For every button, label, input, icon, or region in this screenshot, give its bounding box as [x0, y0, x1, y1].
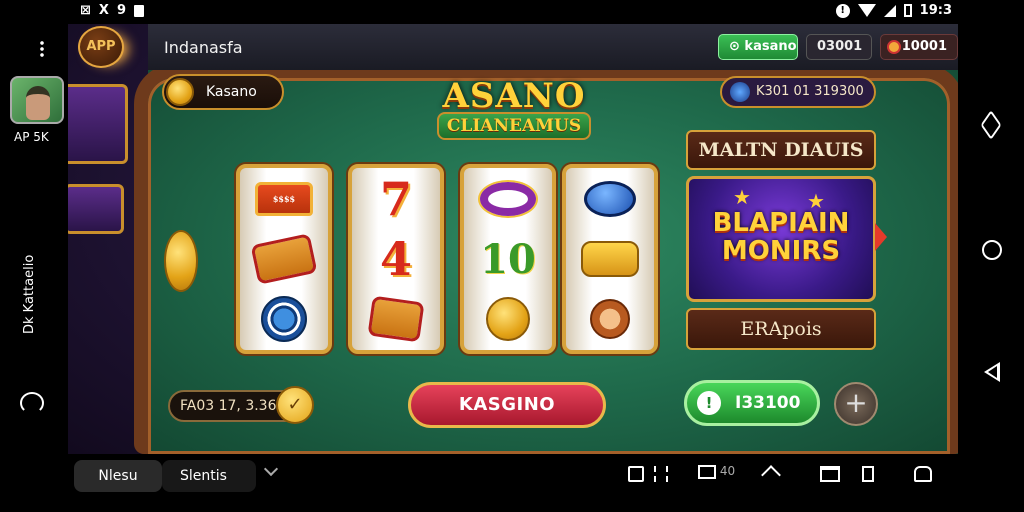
- gem-icon: [566, 170, 654, 228]
- potion-icon: [730, 82, 750, 102]
- spin-button[interactable]: KASGINO: [408, 382, 606, 428]
- reel-2: 7 4: [348, 164, 444, 354]
- plus-button[interactable]: +: [834, 382, 878, 426]
- tilde-x-icon: X: [98, 3, 109, 18]
- window-icon[interactable]: [820, 466, 840, 482]
- kebab-menu-icon[interactable]: [40, 40, 44, 58]
- malt-button[interactable]: MALTN DIAUIS: [686, 130, 876, 170]
- slot-reels: $$$$ 7 4 10: [236, 164, 666, 354]
- reel-symbol-ten: 10: [464, 230, 552, 288]
- logo-title: ASANO: [442, 76, 586, 116]
- ring-icon: [464, 170, 552, 228]
- coin-icon: [464, 290, 552, 348]
- bg-slot-machine-left: [68, 84, 128, 164]
- tiger-icon: [566, 290, 654, 348]
- card-icon: [240, 230, 328, 288]
- kasano-pill[interactable]: ⊙ kasano: [718, 34, 798, 60]
- home-icon[interactable]: [982, 240, 1002, 260]
- heart-coin-icon: [887, 40, 901, 54]
- camera-icon[interactable]: [628, 466, 644, 482]
- app-thumbnail[interactable]: [10, 76, 64, 124]
- page-icon[interactable]: [862, 466, 874, 482]
- window-title: Indanasfa: [164, 38, 243, 57]
- battery-icon: [903, 4, 912, 17]
- jackpot-value: K301 01 319300: [756, 84, 864, 99]
- coin-icon: [166, 78, 194, 106]
- star-icon: ★: [807, 189, 825, 213]
- treasure-chest-icon: $$$$: [240, 170, 328, 228]
- reel-symbol-seven: 7: [379, 172, 412, 226]
- logo-subtitle: CLIANEAMUS: [436, 112, 592, 140]
- player-chip-label: Kasano: [206, 84, 257, 100]
- recents-icon[interactable]: [984, 362, 1000, 382]
- nine-icon: 9: [116, 3, 126, 18]
- wallet-icon: [566, 230, 654, 288]
- tab-menu[interactable]: Nlesu: [74, 460, 162, 492]
- status-right: ! 19:3: [835, 3, 952, 18]
- exclaim-icon: !: [697, 391, 721, 415]
- reel-symbol-four: 4: [379, 232, 412, 286]
- vertical-label: Dk Kattaelio: [22, 254, 37, 334]
- coins-value: 10001: [901, 39, 947, 54]
- card-icon: [352, 290, 440, 348]
- tab-settings[interactable]: Slentis: [162, 460, 256, 492]
- reel-1: $$$$: [236, 164, 332, 354]
- system-nav: [958, 24, 1024, 512]
- reel-3: 10: [460, 164, 556, 354]
- pill-icon: ⊙: [729, 39, 745, 54]
- win-amount-pill[interactable]: ! I33100: [684, 380, 820, 426]
- counter-pill[interactable]: 03001: [806, 34, 872, 60]
- car-icon[interactable]: [914, 466, 932, 482]
- player-chip[interactable]: Kasano: [162, 74, 284, 110]
- alert-icon: !: [835, 3, 850, 18]
- win-amount: I33100: [735, 393, 801, 413]
- side-coin-icon: [164, 230, 198, 292]
- top-bar: Indanasfa ⊙ kasano 03001 10001: [148, 24, 958, 70]
- promo-line-1: BLAPIAIN: [712, 208, 850, 238]
- reel-4: [562, 164, 658, 354]
- coins-pill[interactable]: 10001: [880, 34, 958, 60]
- status-left: ⊠ X 9: [80, 3, 144, 18]
- left-rail: AP 5K Dk Kattaelio: [0, 24, 68, 512]
- chevron-down-icon[interactable]: [263, 461, 279, 477]
- capture-control[interactable]: 40: [698, 464, 735, 479]
- bottom-bar: Nlesu Slentis 40: [68, 454, 958, 512]
- game-logo: ASANO CLIANEAMUS: [424, 76, 604, 160]
- app-label: AP 5K: [14, 130, 49, 144]
- wifi-icon: [857, 4, 876, 17]
- signal-icon: [883, 4, 896, 17]
- collapse-icon[interactable]: [654, 466, 668, 482]
- bg-slot-machine-left-2: [68, 184, 124, 234]
- clock: 19:3: [919, 3, 952, 18]
- capture-icon: [698, 464, 716, 479]
- star-icon: ★: [733, 185, 751, 209]
- check-coin-icon[interactable]: ✓: [276, 386, 314, 424]
- green-pill-label: kasano: [744, 39, 797, 54]
- game-window: APP Indanasfa ⊙ kasano 03001 10001 Kasan…: [68, 24, 958, 454]
- promo-line-2: MONIRS: [721, 236, 841, 266]
- promo-banner[interactable]: ★ ★ BLAPIAIN MONIRS: [686, 176, 887, 302]
- chip-icon: [240, 290, 328, 348]
- capture-text: 40: [719, 464, 736, 478]
- refresh-icon[interactable]: [20, 392, 44, 414]
- x-box-icon: ⊠: [80, 3, 91, 18]
- notification-icon: [133, 5, 144, 17]
- app-badge[interactable]: APP: [78, 26, 124, 68]
- next-arrow-icon[interactable]: [875, 223, 887, 251]
- jackpot-display: K301 01 319300: [720, 76, 876, 108]
- status-bar: ⊠ X 9 ! 19:3: [0, 0, 1024, 24]
- up-chevron-icon[interactable]: [761, 465, 781, 485]
- back-icon[interactable]: [980, 110, 1002, 140]
- eraps-button[interactable]: ERApois: [686, 308, 876, 350]
